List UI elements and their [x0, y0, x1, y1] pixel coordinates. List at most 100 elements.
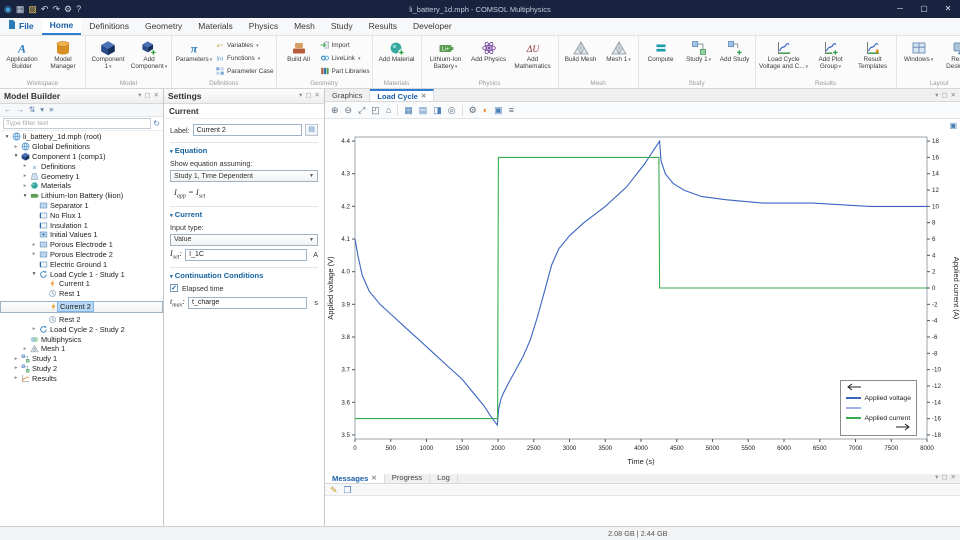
- zoom-in-icon[interactable]: ⊕: [331, 102, 339, 118]
- expand-node-icon[interactable]: ▸: [30, 251, 38, 257]
- expand-node-icon[interactable]: ▸: [12, 356, 20, 362]
- tree-item-materials[interactable]: ▸Materials: [0, 181, 163, 191]
- expand-node-icon[interactable]: ▸: [21, 183, 29, 189]
- refresh-icon[interactable]: ↻: [153, 119, 160, 128]
- panel-menu-icon[interactable]: ▾: [299, 89, 302, 103]
- ribbon-parameter-case-button[interactable]: Parameter Case: [215, 65, 274, 78]
- collapse-all-icon[interactable]: ▾: [40, 104, 44, 116]
- show-grid-icon[interactable]: ▦: [404, 102, 413, 118]
- tree-item-definitions[interactable]: ▸≡Definitions: [0, 161, 163, 171]
- zoom-out-icon[interactable]: ⊖: [345, 102, 353, 118]
- menu-tab-materials[interactable]: Materials: [190, 18, 240, 35]
- ribbon-study-1-button[interactable]: Study 1▾: [682, 37, 716, 64]
- collapse-node-icon[interactable]: ▾: [3, 134, 11, 140]
- ribbon-windows-button[interactable]: Windows▾: [899, 37, 939, 64]
- plot-settings-icon[interactable]: ⚙: [469, 102, 477, 118]
- section-equation[interactable]: ▾Equation: [170, 142, 318, 155]
- move-node-icon[interactable]: ⇅: [29, 104, 35, 116]
- float-panel-icon[interactable]: ▢: [144, 89, 150, 103]
- minimize-button[interactable]: ─: [888, 0, 912, 18]
- collapse-node-icon[interactable]: ▾: [21, 193, 29, 199]
- menu-tab-study[interactable]: Study: [323, 18, 361, 35]
- ribbon-functions-button[interactable]: f(x)Functions▾: [215, 52, 274, 65]
- ribbon-livelink-button[interactable]: LiveLink▾: [320, 52, 370, 65]
- ribbon-add-mathematics-button[interactable]: ΔUAdd Mathematics: [510, 37, 556, 71]
- graphics-tab-load-cycle[interactable]: Load Cycle✕: [370, 89, 434, 101]
- ribbon-lithium-ion-battery-button[interactable]: Li+Lithium-Ion Battery▾: [424, 37, 468, 71]
- tree-item-mesh-1[interactable]: ▸Mesh 1: [0, 344, 163, 354]
- elapsed-time-checkbox[interactable]: ✓: [170, 284, 178, 292]
- tmax-input[interactable]: [188, 297, 307, 309]
- ribbon-variables-button[interactable]: a=Variables▾: [215, 39, 274, 52]
- tree-item-porous-electrode-2[interactable]: ▸Porous Electrode 2: [0, 250, 163, 260]
- tree-item-insulation-1[interactable]: Insulation 1: [0, 220, 163, 230]
- ribbon-reset-desktop-button[interactable]: Reset Desktop▾: [940, 37, 960, 71]
- float-panel-icon[interactable]: ▢: [941, 89, 947, 101]
- close-tab-icon[interactable]: ✕: [421, 92, 426, 100]
- redo-icon[interactable]: ↷: [52, 0, 60, 18]
- tree-item-rest-2[interactable]: Rest 2: [0, 315, 163, 325]
- tree-item-li-battery-1d-mph-root[interactable]: ▾li_battery_1d.mph (root): [0, 132, 163, 142]
- help-icon[interactable]: ?: [76, 0, 81, 18]
- tree-item-load-cycle-2-study-2[interactable]: ▸Load Cycle 2 - Study 2: [0, 324, 163, 334]
- tree-item-electric-ground-1[interactable]: Electric Ground 1: [0, 259, 163, 269]
- expand-node-icon[interactable]: ▸: [30, 242, 38, 248]
- tree-item-geometry-1[interactable]: ▸Geometry 1: [0, 171, 163, 181]
- comsol-logo-icon[interactable]: ◉: [4, 0, 12, 18]
- ribbon-model-manager-button[interactable]: Model Manager: [43, 37, 83, 71]
- zoom-extents-icon[interactable]: ⤢: [358, 102, 365, 118]
- menu-tab-geometry[interactable]: Geometry: [137, 18, 190, 35]
- expand-node-icon[interactable]: ▸: [12, 365, 20, 371]
- ribbon-result-templates-button[interactable]: Result Templates: [852, 37, 894, 71]
- float-panel-icon[interactable]: ▢: [305, 89, 311, 103]
- ribbon-import-button[interactable]: Import: [320, 39, 370, 52]
- close-panel-icon[interactable]: ✕: [154, 89, 159, 103]
- menu-tab-home[interactable]: Home: [42, 18, 82, 35]
- menu-tab-mesh[interactable]: Mesh: [286, 18, 323, 35]
- ribbon-component-1-button[interactable]: Component 1▾: [88, 37, 128, 71]
- tree-item-initial-values-1[interactable]: Initial Values 1: [0, 230, 163, 240]
- tree-item-study-2[interactable]: ▸Study 2: [0, 364, 163, 374]
- forward-icon[interactable]: →: [17, 104, 25, 116]
- close-panel-icon[interactable]: ✕: [315, 89, 320, 103]
- ribbon-compute-button[interactable]: Compute: [641, 37, 681, 63]
- ribbon-add-component-button[interactable]: Add Component▾: [129, 37, 169, 71]
- tree-item-component-1-comp1[interactable]: ▾Component 1 (comp1): [0, 152, 163, 162]
- ribbon-add-study-button[interactable]: Add Study: [717, 37, 753, 63]
- section-current[interactable]: ▾Current: [170, 206, 318, 219]
- expand-node-icon[interactable]: ▸: [21, 163, 29, 169]
- study-select[interactable]: Study 1, Time Dependent ▼: [170, 170, 318, 182]
- expand-node-icon[interactable]: ▸: [12, 144, 20, 150]
- show-legends-icon[interactable]: ◨: [433, 102, 442, 118]
- menu-tab-definitions[interactable]: Definitions: [81, 18, 137, 35]
- save-icon[interactable]: ▦: [16, 0, 25, 18]
- settings-icon[interactable]: ⚙: [64, 0, 72, 18]
- ribbon-part-libraries-button[interactable]: Part Libraries: [320, 65, 370, 78]
- menu-tab-results[interactable]: Results: [361, 18, 405, 35]
- tree-item-separator-1[interactable]: Separator 1: [0, 201, 163, 211]
- tree-item-current-1[interactable]: Current 1: [0, 279, 163, 289]
- menu-tab-file[interactable]: File: [0, 18, 42, 35]
- input-type-select[interactable]: Value ▼: [170, 234, 318, 246]
- panel-menu-icon[interactable]: ▾: [935, 89, 938, 101]
- tree-item-porous-electrode-1[interactable]: ▸Porous Electrode 1: [0, 240, 163, 250]
- menu-tab-developer[interactable]: Developer: [405, 18, 460, 35]
- zoom-box-icon[interactable]: ◰: [371, 102, 380, 118]
- ribbon-parameters-button[interactable]: πParameters▾: [174, 37, 214, 64]
- expand-node-icon[interactable]: ▸: [21, 346, 29, 352]
- ribbon-build-all-button[interactable]: Build All: [279, 37, 319, 63]
- tree-item-multiphysics[interactable]: Multiphysics: [0, 334, 163, 344]
- collapse-node-icon[interactable]: ▾: [30, 271, 38, 277]
- tree-item-lithium-ion-battery-liion[interactable]: ▾Lithium-Ion Battery (liion): [0, 191, 163, 201]
- graphics-tab-graphics[interactable]: Graphics: [325, 89, 370, 101]
- ribbon-add-plot-group-button[interactable]: Add Plot Group▾: [811, 37, 851, 71]
- back-icon[interactable]: ←: [4, 104, 12, 116]
- ribbon-add-material-button[interactable]: Add Material: [375, 37, 419, 63]
- tree-item-current-2[interactable]: Current 2: [0, 301, 163, 313]
- tree-item-global-definitions[interactable]: ▸Global Definitions: [0, 142, 163, 152]
- section-continuation-conditions[interactable]: ▾Continuation Conditions: [170, 267, 318, 280]
- tree-item-no-flux-1[interactable]: No Flux 1: [0, 210, 163, 220]
- filter-input[interactable]: [3, 118, 151, 129]
- screenshot-icon[interactable]: ▣: [494, 102, 503, 118]
- maximize-button[interactable]: ▢: [912, 0, 936, 18]
